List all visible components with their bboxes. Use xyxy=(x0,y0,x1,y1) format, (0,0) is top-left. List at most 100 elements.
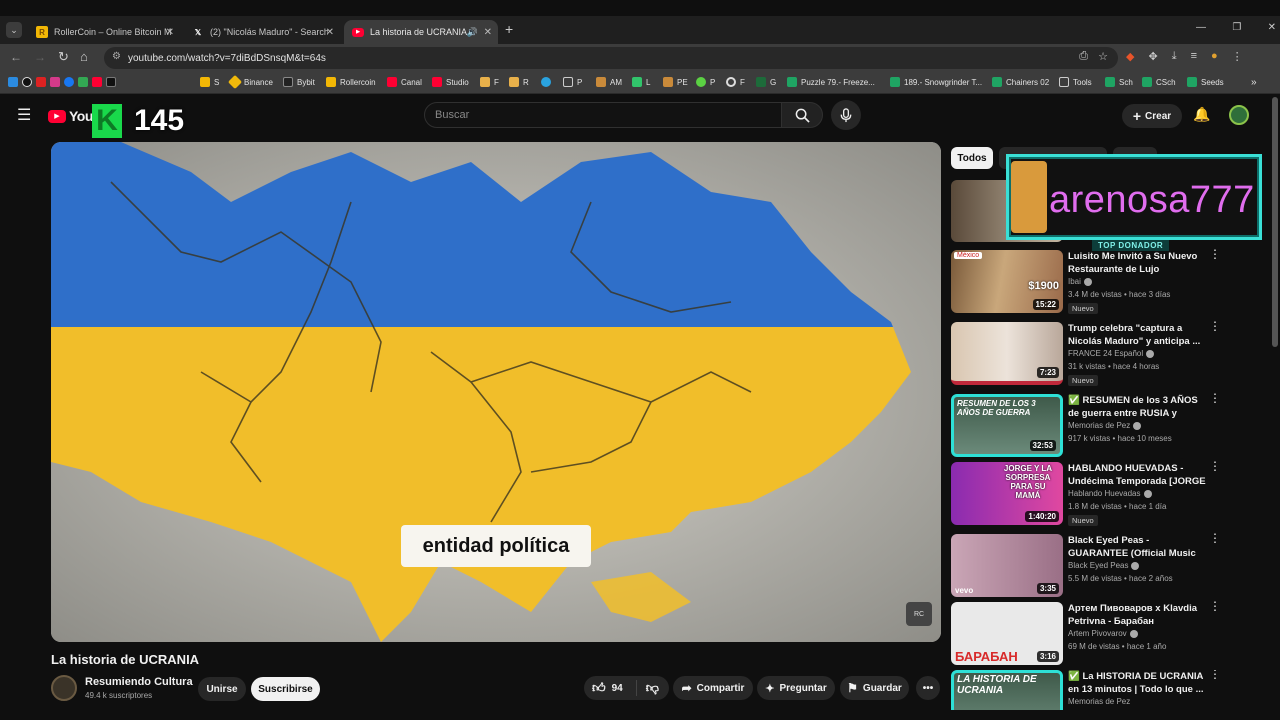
video-thumbnail[interactable]: RESUMEN DE LOS 3 AÑOS DE GUERRA 32:53 xyxy=(951,394,1063,457)
channel-name[interactable]: Hablando Huevadas xyxy=(1068,489,1152,498)
channel-name[interactable]: Memorias de Pez xyxy=(1068,421,1142,430)
bookmark-p-folder[interactable]: P xyxy=(563,77,582,87)
bookmark-g[interactable]: G xyxy=(756,77,776,87)
bookmark-instagram-icon[interactable] xyxy=(50,77,60,87)
site-info-icon[interactable]: ⚙ xyxy=(112,51,121,62)
menu-dots-icon[interactable]: ⋮ xyxy=(1232,50,1243,63)
bookmark-star-icon[interactable]: ☆ xyxy=(1098,50,1108,63)
video-thumbnail[interactable]: БАРАБАН 3:16 xyxy=(951,602,1063,665)
channel-name[interactable]: Ibai xyxy=(1068,277,1092,286)
close-icon[interactable]: ✕ xyxy=(166,27,174,38)
bookmark-edge-icon[interactable] xyxy=(8,77,18,87)
bookmark-sch[interactable]: Sch xyxy=(1105,77,1133,87)
notifications-bell-icon[interactable]: 🔔 xyxy=(1193,106,1210,123)
thumbs-down-icon[interactable]: 👎︎ xyxy=(646,680,659,696)
more-options-icon[interactable]: ⋮ xyxy=(1209,532,1221,544)
bookmark-canal[interactable]: Canal xyxy=(387,77,422,87)
bookmark-puzzle-79[interactable]: Puzzle 79.- Freeze... xyxy=(787,77,875,87)
more-options-icon[interactable]: ⋮ xyxy=(1209,600,1221,612)
media-queue-icon[interactable]: ≡ xyxy=(1191,50,1197,63)
bookmark-red-icon[interactable] xyxy=(36,77,46,87)
save-button[interactable]: ⚑ Guardar xyxy=(840,676,909,700)
more-options-icon[interactable]: ⋮ xyxy=(1209,248,1221,260)
share-button[interactable]: ➦ Compartir xyxy=(673,676,753,700)
recommended-video[interactable]: LA HISTORIA DE UCRANIA ✅ La HISTORIA DE … xyxy=(951,670,1269,710)
bookmark-csch[interactable]: CSch xyxy=(1142,77,1176,87)
extension-fox-icon[interactable]: ◆ xyxy=(1126,50,1134,63)
recommended-video[interactable]: БАРАБАН 3:16 Артем Пивоваров x Klavdia P… xyxy=(951,600,1269,666)
bookmark-l[interactable]: L xyxy=(632,77,650,87)
recommended-video[interactable]: RESUMEN DE LOS 3 AÑOS DE GUERRA 32:53 ✅ … xyxy=(951,392,1269,458)
video-thumbnail[interactable]: JORGE Y LA SORPRESA PARA SU MAMÁ 1:40:20 xyxy=(951,462,1063,525)
channel-name[interactable]: Memorias de Pez xyxy=(1068,697,1130,706)
close-icon[interactable]: ✕ xyxy=(484,27,492,38)
more-bookmarks-icon[interactable]: » xyxy=(1251,77,1257,88)
channel-name[interactable]: FRANCE 24 Español xyxy=(1068,349,1155,358)
bookmark-snowgrinder[interactable]: 189.- Snowgrinder T... xyxy=(890,77,982,87)
browser-tab-youtube[interactable]: ▶ La historia de UCRANIA - Yo 🔊 ✕ xyxy=(344,20,498,44)
speaker-icon[interactable]: 🔊 xyxy=(467,27,478,38)
bookmark-f[interactable]: F xyxy=(480,77,499,87)
bookmark-rollercoin[interactable]: Rollercoin xyxy=(326,77,376,87)
search-input[interactable]: Buscar xyxy=(424,102,782,128)
bookmark-opera-icon[interactable] xyxy=(22,77,32,87)
more-options-icon[interactable]: ⋮ xyxy=(1209,460,1221,472)
bookmark-pe[interactable]: PE xyxy=(663,77,688,87)
close-icon[interactable]: ✕ xyxy=(326,27,334,38)
like-button[interactable]: 👍︎ 94 xyxy=(592,680,623,696)
video-title[interactable]: Trump celebra "captura a Nicolás Maduro"… xyxy=(1068,322,1208,348)
video-thumbnail[interactable]: México $1900 15:22 xyxy=(951,250,1063,313)
bookmark-p-green[interactable]: P xyxy=(696,77,715,87)
close-window-icon[interactable]: ✕ xyxy=(1268,22,1276,33)
video-title[interactable]: ✅ RESUMEN de los 3 AÑOS de guerra entre … xyxy=(1068,394,1208,420)
bookmark-r[interactable]: R xyxy=(509,77,529,87)
more-options-icon[interactable]: ⋮ xyxy=(1209,320,1221,332)
bookmark-facebook-icon[interactable] xyxy=(64,77,74,87)
bookmark-studio[interactable]: Studio xyxy=(432,77,469,87)
video-title[interactable]: Артем Пивоваров x Klavdia Petrivna - Бар… xyxy=(1068,602,1208,628)
account-avatar[interactable] xyxy=(1229,105,1249,125)
browser-tab-x-search[interactable]: 𝕏 (2) "Nicolás Maduro" - Search / ✕ xyxy=(184,20,340,44)
more-actions-button[interactable]: ••• xyxy=(916,676,940,700)
bookmark-s[interactable]: S xyxy=(200,77,219,87)
forward-icon[interactable]: → xyxy=(34,50,46,64)
video-thumbnail[interactable]: vevo 3:35 xyxy=(951,534,1063,597)
channel-avatar[interactable] xyxy=(51,675,77,701)
video-title[interactable]: ✅ La HISTORIA DE UCRANIA en 13 minutos |… xyxy=(1068,670,1208,696)
hamburger-menu-icon[interactable]: ☰ xyxy=(17,105,31,125)
video-player[interactable] xyxy=(51,142,941,642)
recommended-video[interactable]: vevo 3:35 Black Eyed Peas - GUARANTEE (O… xyxy=(951,532,1269,598)
channel-name[interactable]: Artem Pivovarov xyxy=(1068,629,1138,638)
video-title[interactable]: Luisito Me Invitó a Su Nuevo Restaurante… xyxy=(1068,250,1208,276)
video-title[interactable]: HABLANDO HUEVADAS - Undécima Temporada [… xyxy=(1068,462,1208,488)
recommended-video[interactable]: 7:23 Trump celebra "captura a Nicolás Ma… xyxy=(951,320,1269,386)
browser-tab-rollercoin[interactable]: R RollerCoin – Online Bitcoin Mi ✕ xyxy=(28,20,180,44)
ask-button[interactable]: ✦ Preguntar xyxy=(757,676,835,700)
join-button[interactable]: Unirse xyxy=(198,677,246,701)
profile-extension-icon[interactable]: ● xyxy=(1211,50,1218,63)
voice-search-button[interactable] xyxy=(831,100,861,130)
bookmark-chainers[interactable]: Chainers 02 xyxy=(992,77,1049,87)
bookmark-tools[interactable]: Tools xyxy=(1059,77,1092,87)
video-thumbnail[interactable]: 7:23 xyxy=(951,322,1063,385)
install-icon[interactable]: ⎙ xyxy=(1079,50,1088,63)
subscribe-button[interactable]: Suscribirse xyxy=(251,677,320,701)
bookmark-f-gear[interactable]: F xyxy=(726,77,745,87)
new-tab-button[interactable]: + xyxy=(505,21,513,37)
more-options-icon[interactable]: ⋮ xyxy=(1209,670,1221,680)
download-icon[interactable]: ⤓ xyxy=(1172,50,1177,63)
extensions-puzzle-icon[interactable]: ✥ xyxy=(1148,50,1157,63)
address-bar[interactable]: ⚙ youtube.com/watch?v=7diBdDSnsqM&t=64s … xyxy=(104,47,1118,69)
page-scrollbar[interactable] xyxy=(1272,97,1278,347)
more-options-icon[interactable]: ⋮ xyxy=(1209,392,1221,404)
recommended-video[interactable]: JORGE Y LA SORPRESA PARA SU MAMÁ 1:40:20… xyxy=(951,460,1269,526)
bookmark-green-icon[interactable] xyxy=(78,77,88,87)
video-thumbnail[interactable]: LA HISTORIA DE UCRANIA xyxy=(951,670,1063,710)
minimize-icon[interactable]: — xyxy=(1196,22,1206,33)
recommended-video[interactable]: México $1900 15:22 Luisito Me Invitó a S… xyxy=(951,248,1269,314)
home-icon[interactable]: ⌂ xyxy=(80,49,88,64)
channel-name[interactable]: Resumiendo Cultura xyxy=(85,676,193,688)
channel-name[interactable]: Black Eyed Peas xyxy=(1068,561,1140,570)
restore-icon[interactable]: ❐ xyxy=(1232,22,1241,33)
chip-all[interactable]: Todos xyxy=(951,147,993,169)
